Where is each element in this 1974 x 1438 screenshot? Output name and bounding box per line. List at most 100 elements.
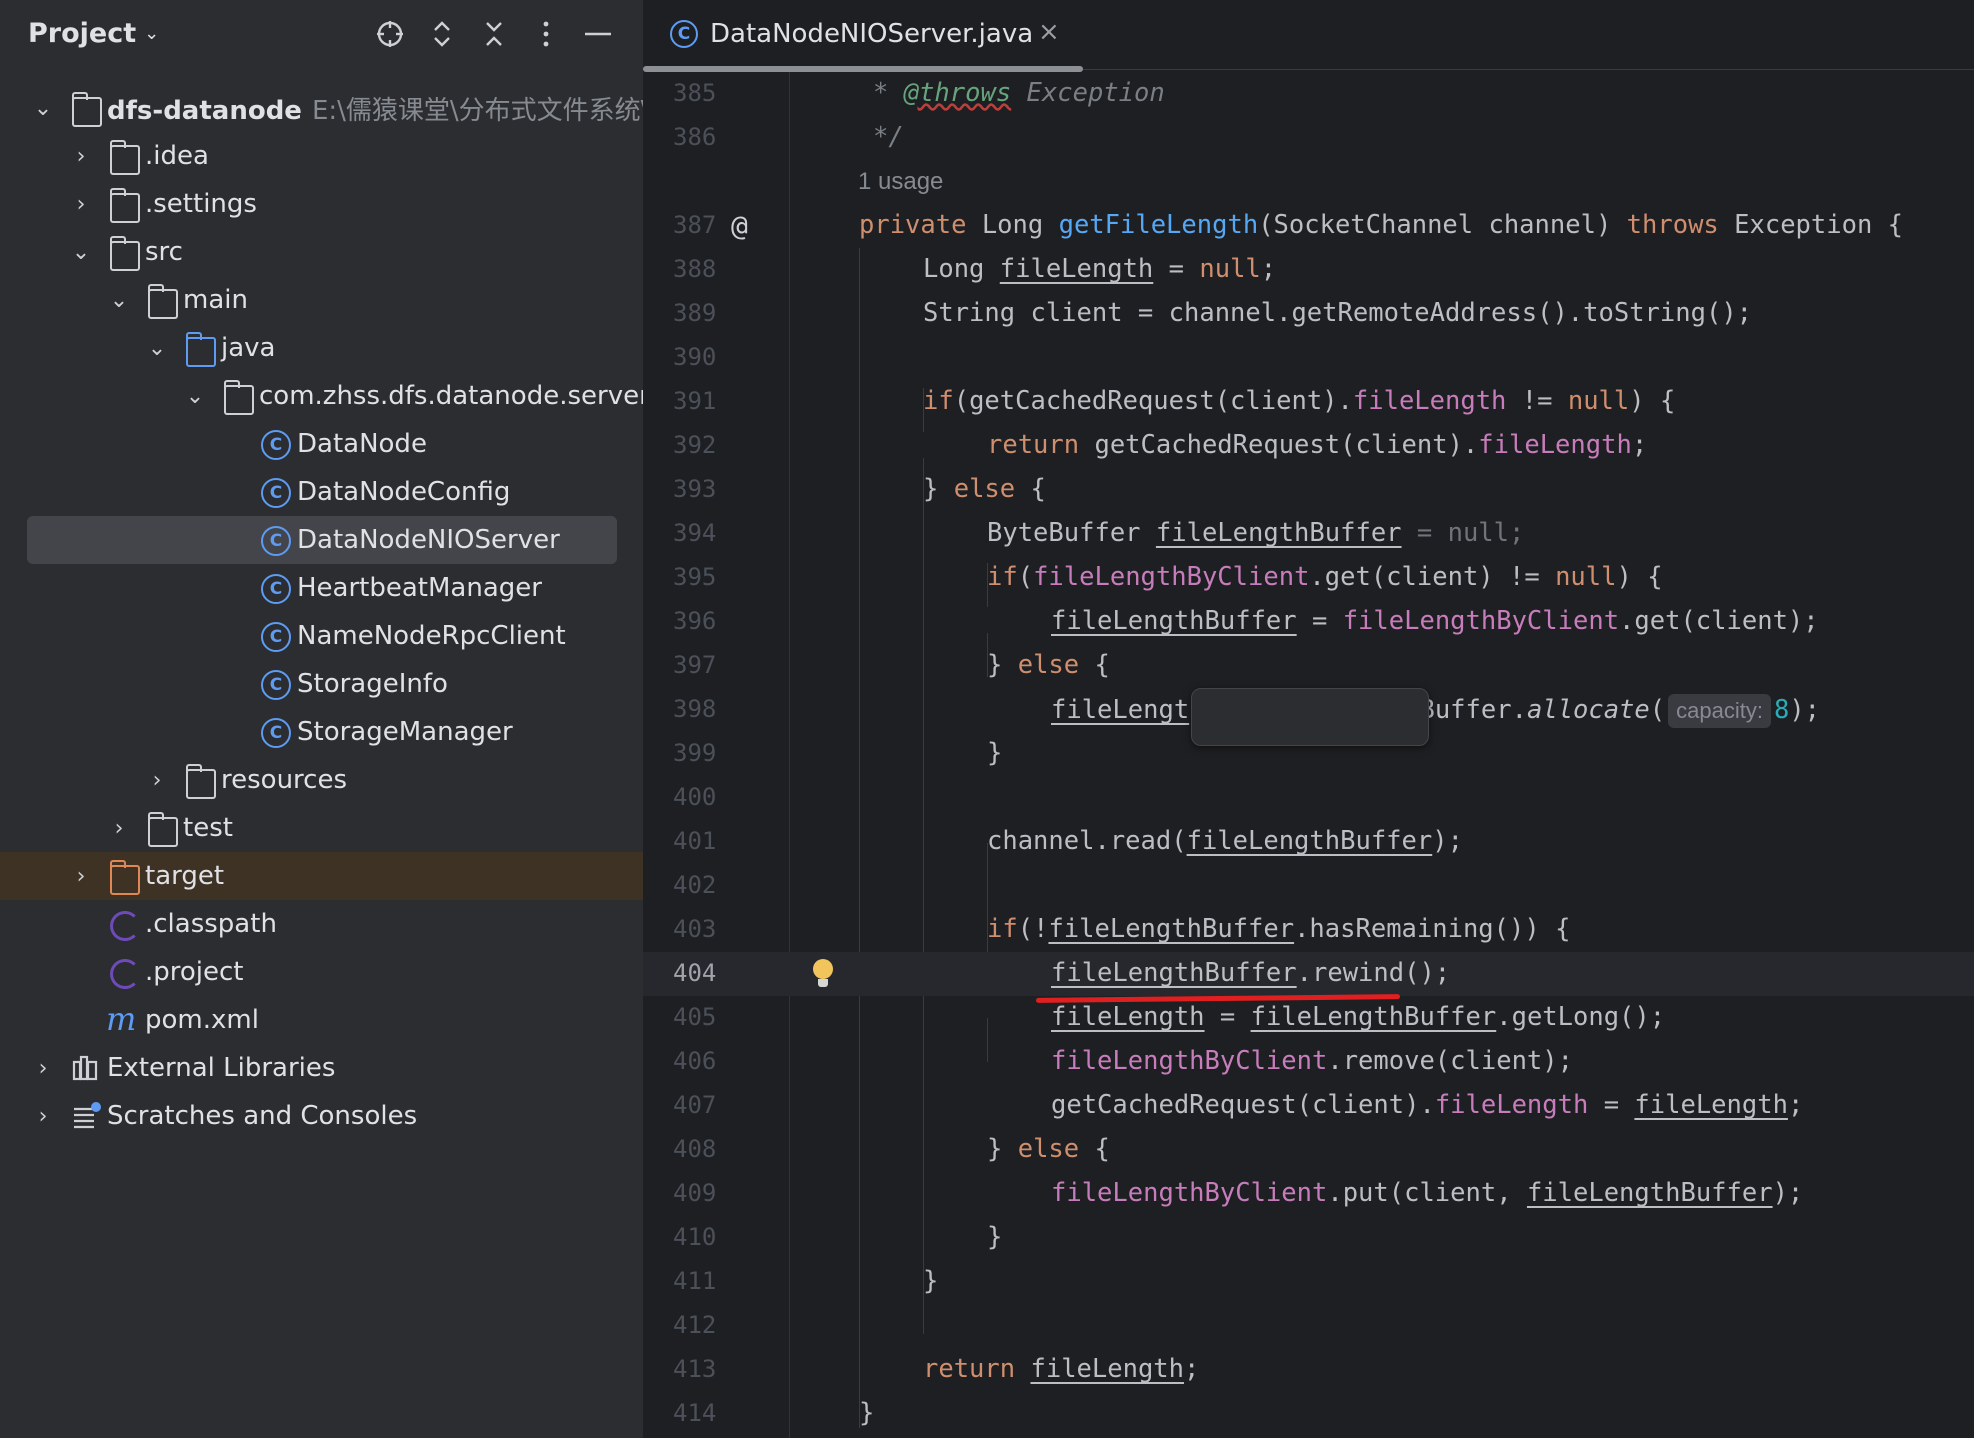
more-icon[interactable] bbox=[526, 14, 566, 54]
code-token: if bbox=[987, 914, 1018, 944]
code-line: 392 return getCachedRequest(client).file… bbox=[643, 424, 1974, 468]
tree-item-label: pom.xml bbox=[145, 1005, 259, 1035]
line-number: 412 bbox=[673, 1311, 717, 1339]
code-token: getCachedRequest(client). bbox=[1079, 430, 1479, 460]
tree-item-label: HeartbeatManager bbox=[297, 573, 542, 603]
chevron-down-icon[interactable]: ⌄ bbox=[146, 336, 168, 361]
tree-item-idea[interactable]: › .idea bbox=[0, 132, 643, 180]
code-token: { bbox=[1079, 1134, 1110, 1164]
chevron-right-icon[interactable]: › bbox=[108, 816, 130, 841]
tree-item-storageinfo[interactable]: C StorageInfo bbox=[0, 660, 643, 708]
code-token: = bbox=[1588, 1090, 1635, 1120]
line-number: 394 bbox=[673, 519, 717, 547]
editor: C DataNodeNIOServer.java × 385 * @throws… bbox=[643, 0, 1974, 1438]
close-icon[interactable]: × bbox=[1038, 17, 1060, 47]
folder-icon bbox=[109, 236, 140, 271]
chevron-down-icon: ⌄ bbox=[144, 23, 160, 44]
code-token: Long bbox=[923, 254, 1000, 284]
code-line: 413 return fileLength; bbox=[643, 1348, 1974, 1392]
folder-icon bbox=[147, 284, 178, 319]
chevron-right-icon[interactable]: › bbox=[70, 144, 92, 169]
tree-item-scratches[interactable]: › Scratches and Consoles bbox=[0, 1092, 643, 1140]
code-token: channel.read( bbox=[987, 826, 1187, 856]
tree-item-datanodeconfig[interactable]: C DataNodeConfig bbox=[0, 468, 643, 516]
minimize-icon[interactable] bbox=[578, 14, 618, 54]
tree-item-external-libraries[interactable]: › External Libraries bbox=[0, 1044, 643, 1092]
tree-item-storagemanager[interactable]: C StorageManager bbox=[0, 708, 643, 756]
line-number: 393 bbox=[673, 475, 717, 503]
tab-datanodenioserver[interactable]: C DataNodeNIOServer.java × bbox=[643, 0, 1083, 70]
code-line: 410 } bbox=[643, 1216, 1974, 1260]
tree-item-namenoderpcclient[interactable]: C NameNodeRpcClient bbox=[0, 612, 643, 660]
tree-item-main[interactable]: ⌄ main bbox=[0, 276, 643, 324]
code-line: 401 channel.read(fileLengthBuffer); bbox=[643, 820, 1974, 864]
chevron-right-icon[interactable]: › bbox=[146, 768, 168, 793]
chevron-right-icon[interactable]: › bbox=[70, 192, 92, 217]
tree-item-label: NameNodeRpcClient bbox=[297, 621, 566, 651]
usage-hint[interactable]: 1 usage bbox=[858, 168, 943, 196]
chevron-down-icon[interactable]: ⌄ bbox=[32, 96, 54, 121]
maven-icon: m bbox=[106, 1000, 137, 1038]
code-token: } bbox=[987, 650, 1018, 680]
tree-item-java[interactable]: ⌄ java bbox=[0, 324, 643, 372]
tree-item-datanode[interactable]: C DataNode bbox=[0, 420, 643, 468]
chevron-down-icon[interactable]: ⌄ bbox=[70, 240, 92, 265]
tree-item-label: DataNode bbox=[297, 429, 427, 459]
tree-item-label: test bbox=[183, 813, 233, 843]
code-token: fileLengthBuffer bbox=[1526, 1178, 1773, 1208]
tree-item-test[interactable]: › test bbox=[0, 804, 643, 852]
line-number: 407 bbox=[673, 1091, 717, 1119]
code-token: */ bbox=[873, 122, 904, 152]
tree-item-label: Scratches and Consoles bbox=[107, 1101, 418, 1131]
bulb-icon[interactable] bbox=[811, 959, 835, 989]
code-token: .get(client) != bbox=[1309, 562, 1556, 592]
code-token: ByteBuffer bbox=[987, 518, 1156, 548]
tree-item-classpath[interactable]: .classpath bbox=[0, 900, 643, 948]
chevron-right-icon[interactable]: › bbox=[32, 1056, 54, 1081]
project-view-selector[interactable]: Project ⌄ bbox=[28, 18, 159, 49]
code-token: null bbox=[1555, 562, 1617, 592]
code-token: fileLengthBuffer bbox=[1048, 914, 1295, 944]
class-icon: C bbox=[261, 670, 291, 700]
tree-item-target[interactable]: › target bbox=[0, 852, 643, 900]
tree-item-label: .classpath bbox=[145, 909, 277, 939]
chevron-right-icon[interactable]: › bbox=[70, 864, 92, 889]
tree-item-src[interactable]: ⌄ src bbox=[0, 228, 643, 276]
tab-label: DataNodeNIOServer.java bbox=[710, 19, 1034, 49]
code-token: fileLengthBuffer bbox=[1051, 606, 1297, 636]
code-token: (SocketChannel channel) bbox=[1258, 210, 1627, 240]
code-area[interactable]: 385 * @throws Exception 386 */ 1 usage 3… bbox=[643, 72, 1974, 1438]
expand-all-icon[interactable] bbox=[422, 14, 462, 54]
code-token: fileLengthBuffer bbox=[1250, 1002, 1497, 1032]
code-token: Exception bbox=[1011, 78, 1165, 108]
collapse-all-icon[interactable] bbox=[474, 14, 514, 54]
code-token: = bbox=[1204, 1002, 1251, 1032]
code-token: getFileLength bbox=[1058, 210, 1259, 240]
chevron-down-icon[interactable]: ⌄ bbox=[184, 384, 206, 409]
chevron-right-icon[interactable]: › bbox=[32, 1104, 54, 1129]
code-token: String client = channel.getRemoteAddress… bbox=[923, 298, 1753, 328]
eclipse-icon bbox=[110, 911, 140, 941]
code-token: } bbox=[987, 1222, 1003, 1252]
tree-item-dfs-datanode[interactable]: ⌄ dfs-datanode E:\儒猿课堂\分布式文件系统\ bbox=[0, 84, 643, 132]
tree-item-resources[interactable]: › resources bbox=[0, 756, 643, 804]
source-folder-icon bbox=[185, 332, 216, 367]
tree-item-heartbeatmanager[interactable]: C HeartbeatManager bbox=[0, 564, 643, 612]
code-token: private bbox=[859, 210, 967, 240]
code-token: } bbox=[987, 738, 1003, 768]
code-token: = bbox=[1153, 254, 1200, 284]
tree-item-project[interactable]: .project bbox=[0, 948, 643, 996]
excluded-folder-icon bbox=[109, 860, 140, 895]
line-number: 404 bbox=[673, 959, 717, 987]
tree-item-datanodenioserver[interactable]: C DataNodeNIOServer bbox=[0, 516, 643, 564]
code-token: ; bbox=[1509, 518, 1525, 548]
implements-icon[interactable]: @ bbox=[731, 209, 748, 242]
code-token: fileLengthBuffer bbox=[1051, 958, 1297, 988]
locate-icon[interactable] bbox=[370, 14, 410, 54]
hover-popup[interactable] bbox=[1191, 688, 1429, 746]
project-title: Project bbox=[28, 18, 137, 49]
tree-item-package[interactable]: ⌄ com.zhss.dfs.datanode.server bbox=[0, 372, 643, 420]
chevron-down-icon[interactable]: ⌄ bbox=[108, 288, 130, 313]
tree-item-settings[interactable]: › .settings bbox=[0, 180, 643, 228]
tree-item-pom[interactable]: m pom.xml bbox=[0, 996, 643, 1044]
